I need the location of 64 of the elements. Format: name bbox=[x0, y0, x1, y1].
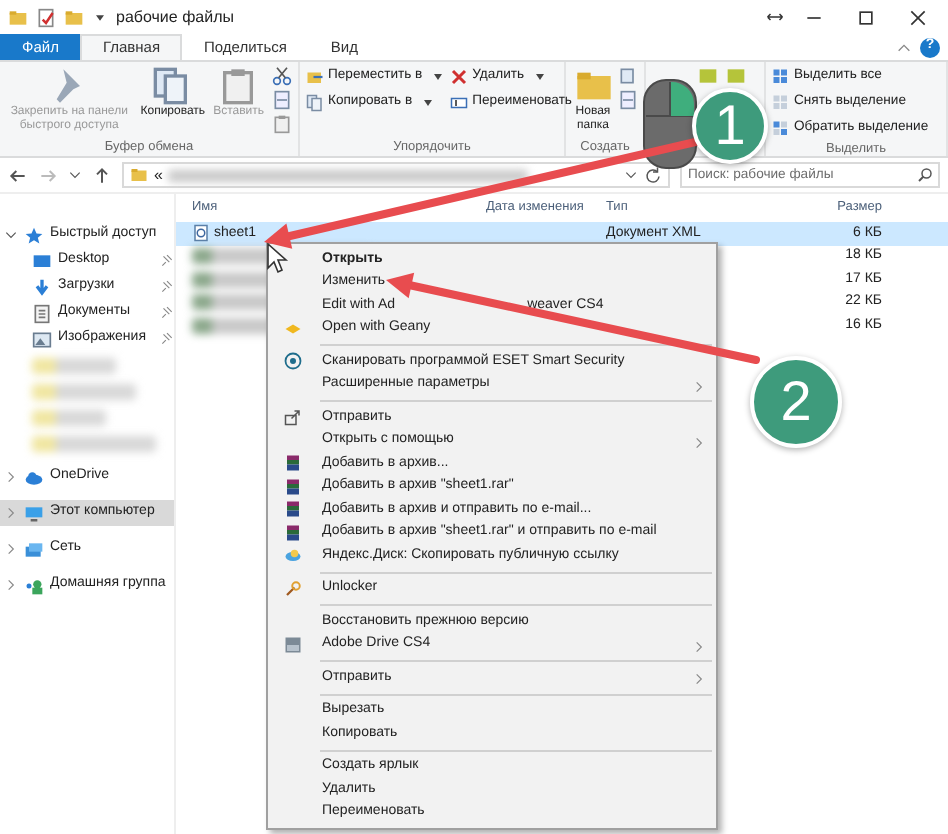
dropdown-icon[interactable] bbox=[68, 168, 82, 182]
resize-icon bbox=[766, 8, 784, 26]
dropdown-icon[interactable] bbox=[624, 168, 638, 182]
cursor-icon bbox=[267, 242, 289, 274]
folder-icon bbox=[8, 7, 28, 27]
properties-icon[interactable] bbox=[36, 7, 56, 27]
blurred-item bbox=[32, 435, 156, 451]
net-icon bbox=[24, 539, 44, 559]
copy-icon bbox=[152, 66, 193, 106]
desktop-icon bbox=[32, 251, 52, 271]
up-icon[interactable] bbox=[92, 165, 112, 185]
select-all-icon bbox=[772, 68, 790, 86]
forward-icon[interactable] bbox=[38, 165, 58, 185]
geany-icon bbox=[284, 319, 302, 337]
caret-icon bbox=[434, 74, 443, 80]
back-icon[interactable] bbox=[8, 165, 28, 185]
collapsed-icon[interactable] bbox=[4, 506, 18, 520]
maximize-icon[interactable] bbox=[856, 7, 876, 27]
invert-selection-icon bbox=[772, 120, 790, 138]
cloud-icon bbox=[24, 467, 44, 487]
pc-icon bbox=[24, 503, 44, 523]
collapsed-icon[interactable] bbox=[4, 578, 18, 592]
archive-icon bbox=[284, 454, 302, 472]
move-icon bbox=[306, 68, 324, 86]
star-icon bbox=[24, 225, 44, 245]
window-title: рабочие файлы bbox=[116, 5, 234, 29]
folder-icon[interactable] bbox=[64, 7, 84, 27]
folder-icon bbox=[130, 166, 148, 184]
archive-icon bbox=[284, 523, 302, 541]
blurred-item bbox=[32, 357, 116, 373]
search-icon bbox=[916, 166, 934, 184]
annotation-marker: 2 bbox=[750, 356, 842, 448]
select-none-icon bbox=[772, 94, 790, 112]
drive-icon bbox=[284, 635, 302, 653]
eset-icon bbox=[284, 352, 302, 370]
download-icon bbox=[32, 277, 52, 297]
document-icon bbox=[32, 303, 52, 323]
collapsed-icon[interactable] bbox=[4, 470, 18, 484]
caret-icon bbox=[424, 100, 433, 106]
delete-icon bbox=[450, 68, 469, 86]
copy-icon bbox=[306, 94, 324, 112]
cloud-icon bbox=[284, 546, 302, 564]
caret-icon[interactable] bbox=[92, 9, 108, 25]
new-item-icon[interactable] bbox=[618, 66, 638, 86]
blurred-item bbox=[32, 383, 136, 399]
home-icon bbox=[24, 575, 44, 595]
path-prefix: « bbox=[154, 163, 163, 187]
collapsed-icon[interactable] bbox=[4, 542, 18, 556]
blurred-item bbox=[32, 409, 106, 425]
archive-icon bbox=[284, 500, 302, 518]
rename-icon bbox=[450, 94, 469, 112]
share-icon bbox=[284, 408, 302, 426]
pictures-icon bbox=[32, 329, 52, 349]
collapse-icon[interactable] bbox=[896, 39, 912, 55]
expanded-icon[interactable] bbox=[4, 228, 18, 242]
scissors-icon[interactable] bbox=[272, 66, 292, 86]
caret-icon bbox=[536, 74, 545, 80]
paste-shortcut-icon[interactable] bbox=[272, 114, 292, 134]
xml-file-icon bbox=[192, 224, 210, 243]
refresh-icon[interactable] bbox=[644, 166, 662, 184]
archive-icon bbox=[284, 477, 302, 495]
clipboard-icon bbox=[218, 66, 259, 106]
address-bar[interactable]: « bbox=[122, 162, 670, 188]
close-icon[interactable] bbox=[908, 7, 928, 27]
